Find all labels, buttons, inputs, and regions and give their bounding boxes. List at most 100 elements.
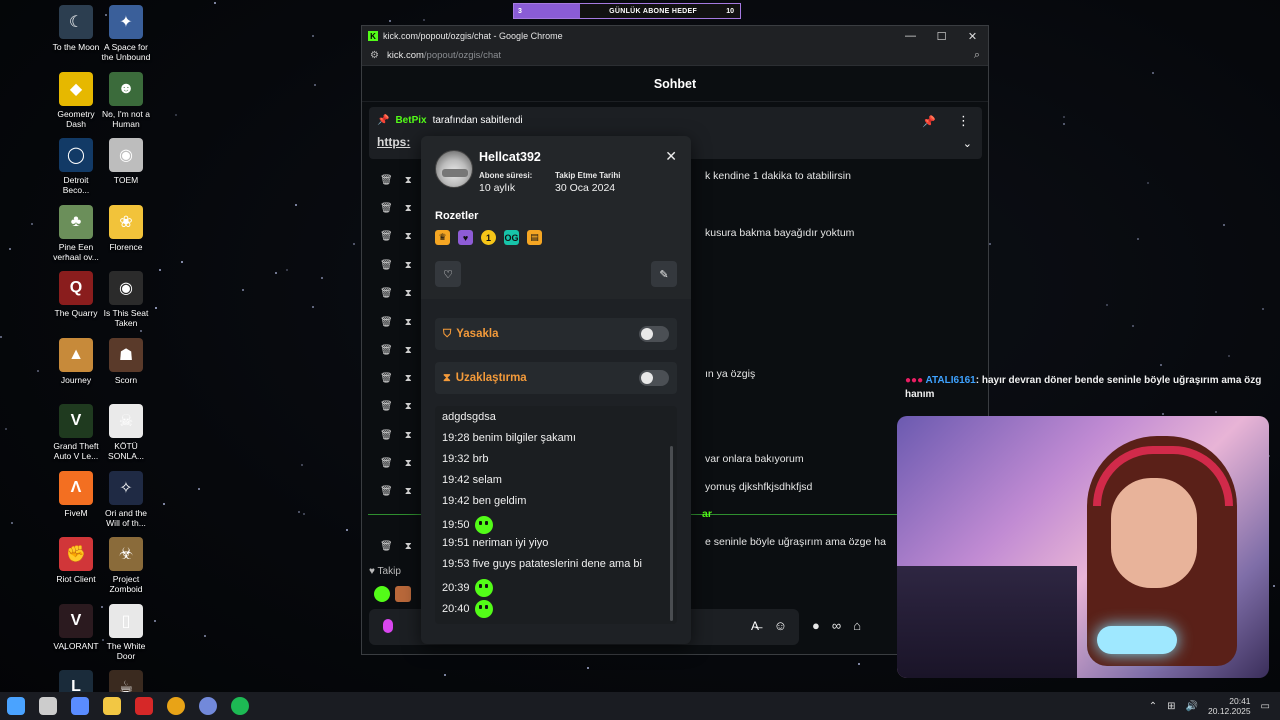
trash-icon[interactable]: 🗑 [380, 430, 393, 441]
timeout-row[interactable]: ⧗ Uzaklaştırma [435, 362, 677, 394]
infinity-icon[interactable]: ∞ [832, 618, 841, 633]
pinned-by-user[interactable]: BetPix [395, 115, 426, 126]
desktop-icon[interactable]: ☾ To the Moon [50, 5, 102, 52]
hourglass-icon[interactable]: ⧗ [405, 373, 412, 384]
close-window-button[interactable]: ✕ [957, 30, 988, 43]
copilot-taskbar-button[interactable] [64, 692, 96, 720]
hourglass-icon[interactable]: ⧗ [405, 317, 412, 328]
hourglass-icon[interactable]: ⧗ [405, 430, 412, 441]
site-settings-icon[interactable]: ⚙ [370, 50, 379, 61]
trash-icon[interactable]: 🗑 [380, 231, 393, 242]
start-taskbar-button[interactable] [0, 692, 32, 720]
trash-icon[interactable]: 🗑 [380, 203, 393, 214]
hourglass-icon[interactable]: ⧗ [405, 260, 412, 271]
url-host: kick.com [386, 50, 424, 61]
ban-row[interactable]: ⛉ Yasakla [435, 318, 677, 350]
one-badge-icon[interactable]: 1 [481, 230, 496, 245]
discord-taskbar-button[interactable] [192, 692, 224, 720]
desktop-icon[interactable]: ◆ Geometry Dash [50, 71, 102, 129]
store-icon[interactable]: ⌂ [853, 618, 861, 633]
trash-icon[interactable]: 🗑 [380, 458, 393, 469]
crown-badge-icon[interactable]: ♛ [435, 230, 450, 245]
desktop-icon[interactable]: ▲ Journey [50, 337, 102, 385]
pinned-link[interactable]: https: [377, 135, 410, 149]
desktop-icon[interactable]: V VALORANT [50, 603, 102, 651]
desktop-icon[interactable]: ◯ Detroit Beco... [50, 138, 102, 195]
network-icon[interactable]: ⊞ [1167, 701, 1175, 712]
emoji-icon[interactable]: ☺ [774, 618, 787, 633]
ban-toggle[interactable] [639, 326, 669, 342]
hourglass-icon[interactable]: ⧗ [405, 288, 412, 299]
chevron-up-icon[interactable]: ⌃ [1149, 701, 1157, 712]
trash-icon[interactable]: 🗑 [380, 317, 393, 328]
chrome-taskbar-button[interactable] [160, 692, 192, 720]
badges-title: Rozetler [435, 210, 479, 222]
trash-icon[interactable]: 🗑 [380, 373, 393, 384]
minimize-button[interactable]: — [895, 30, 926, 42]
star [320, 277, 323, 280]
start-icon [7, 697, 25, 715]
translate-icon[interactable]: A̶ [751, 619, 759, 633]
trash-icon[interactable]: 🗑 [380, 288, 393, 299]
hourglass-icon[interactable]: ⧗ [405, 345, 412, 356]
desktop-icon[interactable]: ☗ Scorn [100, 337, 152, 385]
news-taskbar-button[interactable] [128, 692, 160, 720]
history-scrollbar[interactable] [670, 446, 673, 621]
desktop-icon[interactable]: Λ FiveM [50, 470, 102, 518]
desktop-icon[interactable]: ❀ Florence [100, 204, 152, 252]
desktop-icon[interactable]: Q The Quarry [50, 271, 102, 318]
clock[interactable]: 20:41 20.12.2025 [1208, 696, 1251, 716]
hourglass-icon[interactable]: ⧗ [405, 486, 412, 497]
desktop-icon[interactable]: V Grand Theft Auto V Le... [50, 404, 102, 461]
star [30, 223, 33, 226]
more-options-icon[interactable]: ⋮ [957, 113, 970, 129]
hourglass-icon[interactable]: ⧗ [405, 541, 412, 552]
username[interactable]: Hellcat392 [479, 150, 541, 164]
unpin-icon[interactable]: 📌 [922, 115, 936, 128]
heart-button[interactable]: ♡ [435, 261, 461, 287]
trash-icon[interactable]: 🗑 [380, 401, 393, 412]
app-icon: Λ [59, 470, 93, 505]
hourglass-icon[interactable]: ⧗ [405, 203, 412, 214]
desktop-icon[interactable]: ◉ TOEM [100, 138, 152, 185]
volume-icon[interactable]: 🔊 [1186, 701, 1198, 712]
desktop-icon[interactable]: ✧ Ori and the Will of th... [100, 470, 152, 528]
desktop-icon[interactable]: ☠ KÖTÜ SONLA... [100, 404, 152, 461]
desktop-icon[interactable]: ✊ Riot Client [50, 537, 102, 584]
gift-badge-icon[interactable]: ▤ [527, 230, 542, 245]
desktop-icon[interactable]: ☣ Project Zomboid [100, 537, 152, 594]
task-view-taskbar-button[interactable] [32, 692, 64, 720]
hourglass-icon[interactable]: ⧗ [405, 231, 412, 242]
star [139, 329, 142, 332]
trash-icon[interactable]: 🗑 [380, 260, 393, 271]
zoom-icon[interactable]: ⌕ [974, 49, 980, 62]
kick-points-icon[interactable]: ● [812, 618, 820, 633]
notification-icon[interactable]: ▭ [1261, 701, 1270, 712]
hourglass-icon[interactable]: ⧗ [405, 458, 412, 469]
mute-button[interactable]: ✎ [651, 261, 677, 287]
microphone-icon[interactable] [383, 619, 393, 633]
desktop-icon[interactable]: ♣ Pine Een verhaal ov... [50, 204, 102, 262]
og-badge-icon[interactable]: OG [504, 230, 519, 245]
address-bar[interactable]: ⚙ kick.com /popout/ozgis/chat ⌕ [362, 46, 988, 66]
desktop-icon[interactable]: ▯ The White Door [100, 603, 152, 661]
close-icon[interactable]: ✕ [665, 148, 677, 165]
desktop-icon[interactable]: ✦ A Space for the Unbound [100, 5, 152, 62]
file-explorer-taskbar-button[interactable] [96, 692, 128, 720]
trash-icon[interactable]: 🗑 [380, 486, 393, 497]
window-title: kick.com/popout/ozgis/chat - Google Chro… [383, 31, 563, 41]
hourglass-icon[interactable]: ⧗ [405, 401, 412, 412]
trash-icon[interactable]: 🗑 [380, 175, 393, 186]
timeout-toggle[interactable] [639, 370, 669, 386]
desktop-icon[interactable]: ☻ No, I'm not a Human [100, 71, 152, 129]
sub-badge-icon[interactable]: ♥ [458, 230, 473, 245]
chevron-down-icon[interactable]: ⌄ [963, 137, 972, 150]
spotify-taskbar-button[interactable] [224, 692, 256, 720]
message-history[interactable]: adgdsgdsa 19:28 benim bilgiler şakamı 19:3… [435, 406, 677, 624]
trash-icon[interactable]: 🗑 [380, 541, 393, 552]
maximize-button[interactable]: ☐ [926, 30, 957, 43]
trash-icon[interactable]: 🗑 [380, 345, 393, 356]
history-message-text: 19:42 ben geldim [442, 495, 527, 507]
hourglass-icon[interactable]: ⧗ [405, 175, 412, 186]
desktop-icon[interactable]: ◉ Is This Seat Taken [100, 271, 152, 328]
